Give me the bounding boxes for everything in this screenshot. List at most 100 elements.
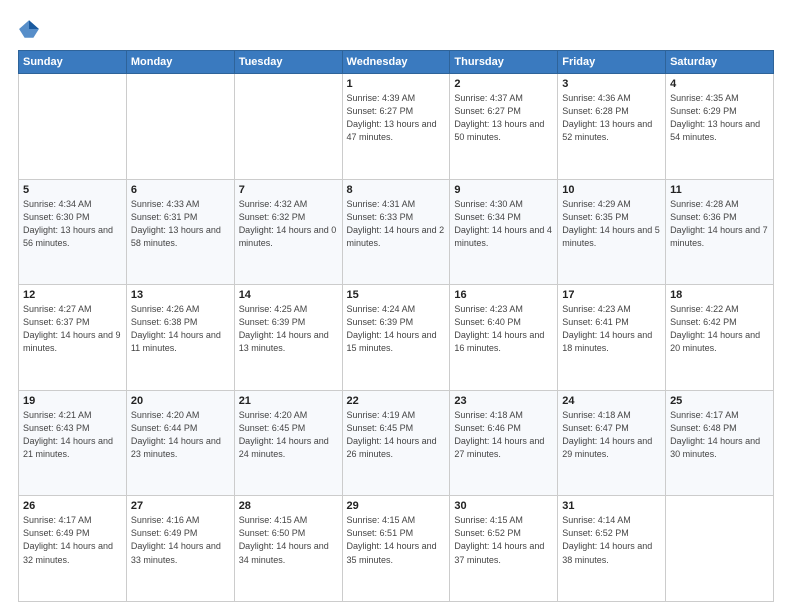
day-info: Sunrise: 4:16 AMSunset: 6:49 PMDaylight:… — [131, 514, 230, 566]
week-row-5: 26 Sunrise: 4:17 AMSunset: 6:49 PMDayligh… — [19, 496, 774, 602]
week-row-2: 5 Sunrise: 4:34 AMSunset: 6:30 PMDaylight… — [19, 179, 774, 285]
day-cell: 12 Sunrise: 4:27 AMSunset: 6:37 PMDayligh… — [19, 285, 127, 391]
day-info: Sunrise: 4:15 AMSunset: 6:50 PMDaylight:… — [239, 514, 338, 566]
calendar-header-row: SundayMondayTuesdayWednesdayThursdayFrid… — [19, 51, 774, 74]
day-number: 19 — [23, 395, 122, 407]
logo-icon — [18, 18, 40, 40]
day-cell: 5 Sunrise: 4:34 AMSunset: 6:30 PMDaylight… — [19, 179, 127, 285]
day-info: Sunrise: 4:15 AMSunset: 6:51 PMDaylight:… — [347, 514, 446, 566]
day-info: Sunrise: 4:23 AMSunset: 6:40 PMDaylight:… — [454, 303, 553, 355]
day-cell: 8 Sunrise: 4:31 AMSunset: 6:33 PMDaylight… — [342, 179, 450, 285]
week-row-3: 12 Sunrise: 4:27 AMSunset: 6:37 PMDayligh… — [19, 285, 774, 391]
day-cell: 20 Sunrise: 4:20 AMSunset: 6:44 PMDayligh… — [126, 390, 234, 496]
day-info: Sunrise: 4:15 AMSunset: 6:52 PMDaylight:… — [454, 514, 553, 566]
page: SundayMondayTuesdayWednesdayThursdayFrid… — [0, 0, 792, 612]
day-info: Sunrise: 4:17 AMSunset: 6:48 PMDaylight:… — [670, 409, 769, 461]
day-cell: 27 Sunrise: 4:16 AMSunset: 6:49 PMDayligh… — [126, 496, 234, 602]
day-info: Sunrise: 4:24 AMSunset: 6:39 PMDaylight:… — [347, 303, 446, 355]
col-header-tuesday: Tuesday — [234, 51, 342, 74]
day-info: Sunrise: 4:19 AMSunset: 6:45 PMDaylight:… — [347, 409, 446, 461]
week-row-1: 1Sunrise: 4:39 AMSunset: 6:27 PMDaylight… — [19, 74, 774, 180]
day-cell — [666, 496, 774, 602]
day-number: 6 — [131, 184, 230, 196]
day-number: 17 — [562, 289, 661, 301]
day-info: Sunrise: 4:36 AMSunset: 6:28 PMDaylight:… — [562, 92, 661, 144]
day-number: 23 — [454, 395, 553, 407]
col-header-wednesday: Wednesday — [342, 51, 450, 74]
day-info: Sunrise: 4:30 AMSunset: 6:34 PMDaylight:… — [454, 198, 553, 250]
day-info: Sunrise: 4:32 AMSunset: 6:32 PMDaylight:… — [239, 198, 338, 250]
day-cell — [126, 74, 234, 180]
day-number: 30 — [454, 500, 553, 512]
day-info: Sunrise: 4:18 AMSunset: 6:46 PMDaylight:… — [454, 409, 553, 461]
day-info: Sunrise: 4:14 AMSunset: 6:52 PMDaylight:… — [562, 514, 661, 566]
day-number: 13 — [131, 289, 230, 301]
day-cell: 25 Sunrise: 4:17 AMSunset: 6:48 PMDayligh… — [666, 390, 774, 496]
day-info: Sunrise: 4:22 AMSunset: 6:42 PMDaylight:… — [670, 303, 769, 355]
day-cell: 26 Sunrise: 4:17 AMSunset: 6:49 PMDayligh… — [19, 496, 127, 602]
day-cell: 18 Sunrise: 4:22 AMSunset: 6:42 PMDayligh… — [666, 285, 774, 391]
day-number: 21 — [239, 395, 338, 407]
col-header-sunday: Sunday — [19, 51, 127, 74]
col-header-thursday: Thursday — [450, 51, 558, 74]
day-info: Sunrise: 4:31 AMSunset: 6:33 PMDaylight:… — [347, 198, 446, 250]
day-number: 11 — [670, 184, 769, 196]
day-info: Sunrise: 4:20 AMSunset: 6:44 PMDaylight:… — [131, 409, 230, 461]
day-cell: 10 Sunrise: 4:29 AMSunset: 6:35 PMDayligh… — [558, 179, 666, 285]
day-cell: 21Sunrise: 4:20 AMSunset: 6:45 PMDayligh… — [234, 390, 342, 496]
day-info: Sunrise: 4:35 AMSunset: 6:29 PMDaylight:… — [670, 92, 769, 144]
day-info: Sunrise: 4:29 AMSunset: 6:35 PMDaylight:… — [562, 198, 661, 250]
week-row-4: 19 Sunrise: 4:21 AMSunset: 6:43 PMDayligh… — [19, 390, 774, 496]
day-cell — [19, 74, 127, 180]
day-cell — [234, 74, 342, 180]
day-number: 28 — [239, 500, 338, 512]
day-number: 4 — [670, 78, 769, 90]
day-number: 14 — [239, 289, 338, 301]
day-info: Sunrise: 4:33 AMSunset: 6:31 PMDaylight:… — [131, 198, 230, 250]
day-cell: 23 Sunrise: 4:18 AMSunset: 6:46 PMDayligh… — [450, 390, 558, 496]
day-number: 10 — [562, 184, 661, 196]
day-number: 20 — [131, 395, 230, 407]
day-number: 8 — [347, 184, 446, 196]
day-cell: 3Sunrise: 4:36 AMSunset: 6:28 PMDaylight… — [558, 74, 666, 180]
day-number: 12 — [23, 289, 122, 301]
day-cell: 22 Sunrise: 4:19 AMSunset: 6:45 PMDayligh… — [342, 390, 450, 496]
day-cell: 11 Sunrise: 4:28 AMSunset: 6:36 PMDayligh… — [666, 179, 774, 285]
col-header-monday: Monday — [126, 51, 234, 74]
day-number: 25 — [670, 395, 769, 407]
day-cell: 1Sunrise: 4:39 AMSunset: 6:27 PMDaylight… — [342, 74, 450, 180]
day-info: Sunrise: 4:21 AMSunset: 6:43 PMDaylight:… — [23, 409, 122, 461]
day-cell: 31Sunrise: 4:14 AMSunset: 6:52 PMDayligh… — [558, 496, 666, 602]
day-number: 16 — [454, 289, 553, 301]
day-number: 5 — [23, 184, 122, 196]
day-number: 2 — [454, 78, 553, 90]
day-cell: 14 Sunrise: 4:25 AMSunset: 6:39 PMDayligh… — [234, 285, 342, 391]
day-info: Sunrise: 4:37 AMSunset: 6:27 PMDaylight:… — [454, 92, 553, 144]
day-cell: 6 Sunrise: 4:33 AMSunset: 6:31 PMDaylight… — [126, 179, 234, 285]
day-number: 18 — [670, 289, 769, 301]
day-info: Sunrise: 4:17 AMSunset: 6:49 PMDaylight:… — [23, 514, 122, 566]
day-cell: 28 Sunrise: 4:15 AMSunset: 6:50 PMDayligh… — [234, 496, 342, 602]
day-cell: 30 Sunrise: 4:15 AMSunset: 6:52 PMDayligh… — [450, 496, 558, 602]
day-number: 26 — [23, 500, 122, 512]
day-cell: 4 Sunrise: 4:35 AMSunset: 6:29 PMDaylight… — [666, 74, 774, 180]
day-number: 24 — [562, 395, 661, 407]
day-cell: 2 Sunrise: 4:37 AMSunset: 6:27 PMDaylight… — [450, 74, 558, 180]
day-number: 15 — [347, 289, 446, 301]
day-number: 29 — [347, 500, 446, 512]
day-info: Sunrise: 4:26 AMSunset: 6:38 PMDaylight:… — [131, 303, 230, 355]
day-cell: 16 Sunrise: 4:23 AMSunset: 6:40 PMDayligh… — [450, 285, 558, 391]
day-info: Sunrise: 4:25 AMSunset: 6:39 PMDaylight:… — [239, 303, 338, 355]
day-info: Sunrise: 4:34 AMSunset: 6:30 PMDaylight:… — [23, 198, 122, 250]
calendar-table: SundayMondayTuesdayWednesdayThursdayFrid… — [18, 50, 774, 602]
day-number: 22 — [347, 395, 446, 407]
day-number: 7 — [239, 184, 338, 196]
day-info: Sunrise: 4:28 AMSunset: 6:36 PMDaylight:… — [670, 198, 769, 250]
day-cell: 9Sunrise: 4:30 AMSunset: 6:34 PMDaylight… — [450, 179, 558, 285]
day-info: Sunrise: 4:18 AMSunset: 6:47 PMDaylight:… — [562, 409, 661, 461]
day-info: Sunrise: 4:27 AMSunset: 6:37 PMDaylight:… — [23, 303, 122, 355]
col-header-friday: Friday — [558, 51, 666, 74]
day-cell: 24 Sunrise: 4:18 AMSunset: 6:47 PMDayligh… — [558, 390, 666, 496]
day-number: 27 — [131, 500, 230, 512]
logo — [18, 18, 44, 40]
